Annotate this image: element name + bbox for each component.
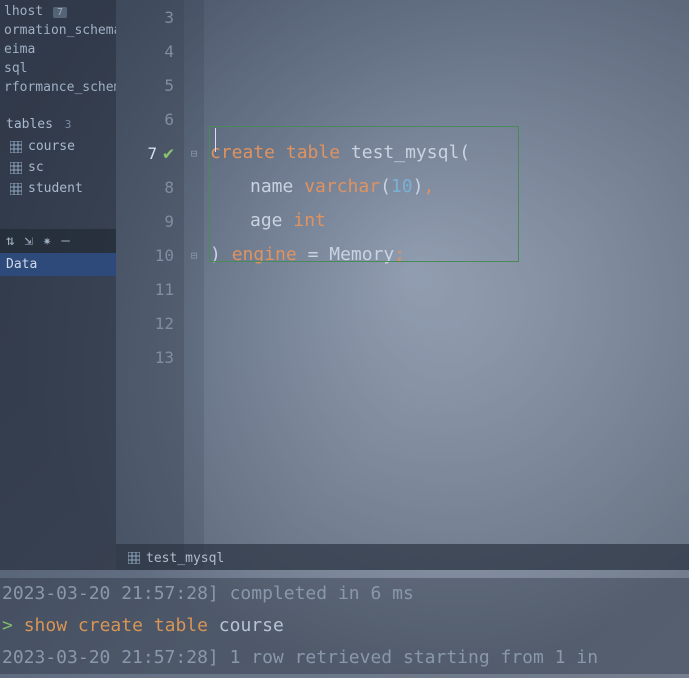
line-number[interactable]: 6 [116, 102, 184, 136]
database-list: lhost 7 ormation_schema eima sql rforman… [0, 0, 116, 97]
fold-column: ⊟ ⊟ [184, 0, 204, 570]
db-name: ormation_schema [4, 23, 116, 38]
code-editor[interactable]: create table test_mysql( name varchar(10… [204, 0, 689, 570]
table-icon [128, 552, 140, 564]
output-console[interactable]: 2023-03-20 21:57:28] completed in 6 ms >… [0, 578, 689, 674]
db-name: lhost [4, 4, 43, 19]
code-line-8[interactable]: name varchar(10), [204, 170, 689, 204]
sidebar-toolbar: ⇅ ⇲ ✷ — [0, 229, 116, 253]
code-line-9[interactable]: age int [204, 204, 689, 238]
check-icon: ✔ [163, 143, 174, 164]
table-name: sc [28, 160, 44, 175]
line-number[interactable]: 11 [116, 272, 184, 306]
fold-icon[interactable]: ⊟ [184, 238, 204, 272]
console-line: > show create table course [2, 610, 689, 642]
minimize-icon[interactable]: — [61, 233, 69, 249]
collapse-icon[interactable]: ⇲ [24, 233, 32, 249]
console-line: 2023-03-20 21:57:28] completed in 6 ms [2, 578, 689, 610]
database-item[interactable]: rformance_schem [0, 78, 116, 97]
line-number[interactable]: 12 [116, 306, 184, 340]
db-name: sql [4, 61, 27, 76]
filter-icon[interactable]: ⇅ [6, 233, 14, 249]
database-item[interactable]: ormation_schema [0, 21, 116, 40]
line-number[interactable]: 3 [116, 0, 184, 34]
table-icon [10, 141, 22, 153]
tab-label: test_mysql [146, 551, 224, 566]
tables-label: tables [6, 117, 53, 132]
code-line-7[interactable]: create table test_mysql( [204, 136, 689, 170]
db-name: eima [4, 42, 35, 57]
table-item-sc[interactable]: sc [0, 157, 116, 178]
line-number[interactable]: 13 [116, 340, 184, 374]
sidebar-data-item[interactable]: Data [0, 253, 116, 276]
database-item[interactable]: eima [0, 40, 116, 59]
table-name: course [28, 139, 75, 154]
console-line: 2023-03-20 21:57:28] 1 row retrieved sta… [2, 642, 689, 674]
table-item-course[interactable]: course [0, 136, 116, 157]
data-label: Data [6, 257, 37, 272]
line-number[interactable]: 5 [116, 68, 184, 102]
table-icon [10, 162, 22, 174]
line-gutter: 3 4 5 6 7✔ 8 9 10 11 12 13 [116, 0, 184, 570]
tables-count: 3 [65, 118, 72, 131]
table-icon [10, 183, 22, 195]
sidebar: lhost 7 ormation_schema eima sql rforman… [0, 0, 116, 570]
database-item[interactable]: lhost 7 [0, 2, 116, 21]
code-line-10[interactable]: ) engine = Memory; [204, 238, 689, 272]
fold-icon[interactable]: ⊟ [184, 136, 204, 170]
line-number[interactable]: 4 [116, 34, 184, 68]
table-name: student [28, 181, 83, 196]
table-item-student[interactable]: student [0, 178, 116, 199]
line-number[interactable]: 9 [116, 204, 184, 238]
editor-tab-bar: test_mysql [116, 544, 689, 570]
db-name: rformance_schem [4, 80, 116, 95]
gear-icon[interactable]: ✷ [43, 233, 51, 249]
line-number[interactable]: 7✔ [116, 136, 184, 170]
text-cursor [215, 128, 216, 152]
database-item[interactable]: sql [0, 59, 116, 78]
tab-test-mysql[interactable]: test_mysql [116, 545, 236, 570]
db-badge: 7 [53, 7, 67, 18]
line-number[interactable]: 10 [116, 238, 184, 272]
line-number[interactable]: 8 [116, 170, 184, 204]
tables-header[interactable]: tables 3 [0, 111, 116, 136]
